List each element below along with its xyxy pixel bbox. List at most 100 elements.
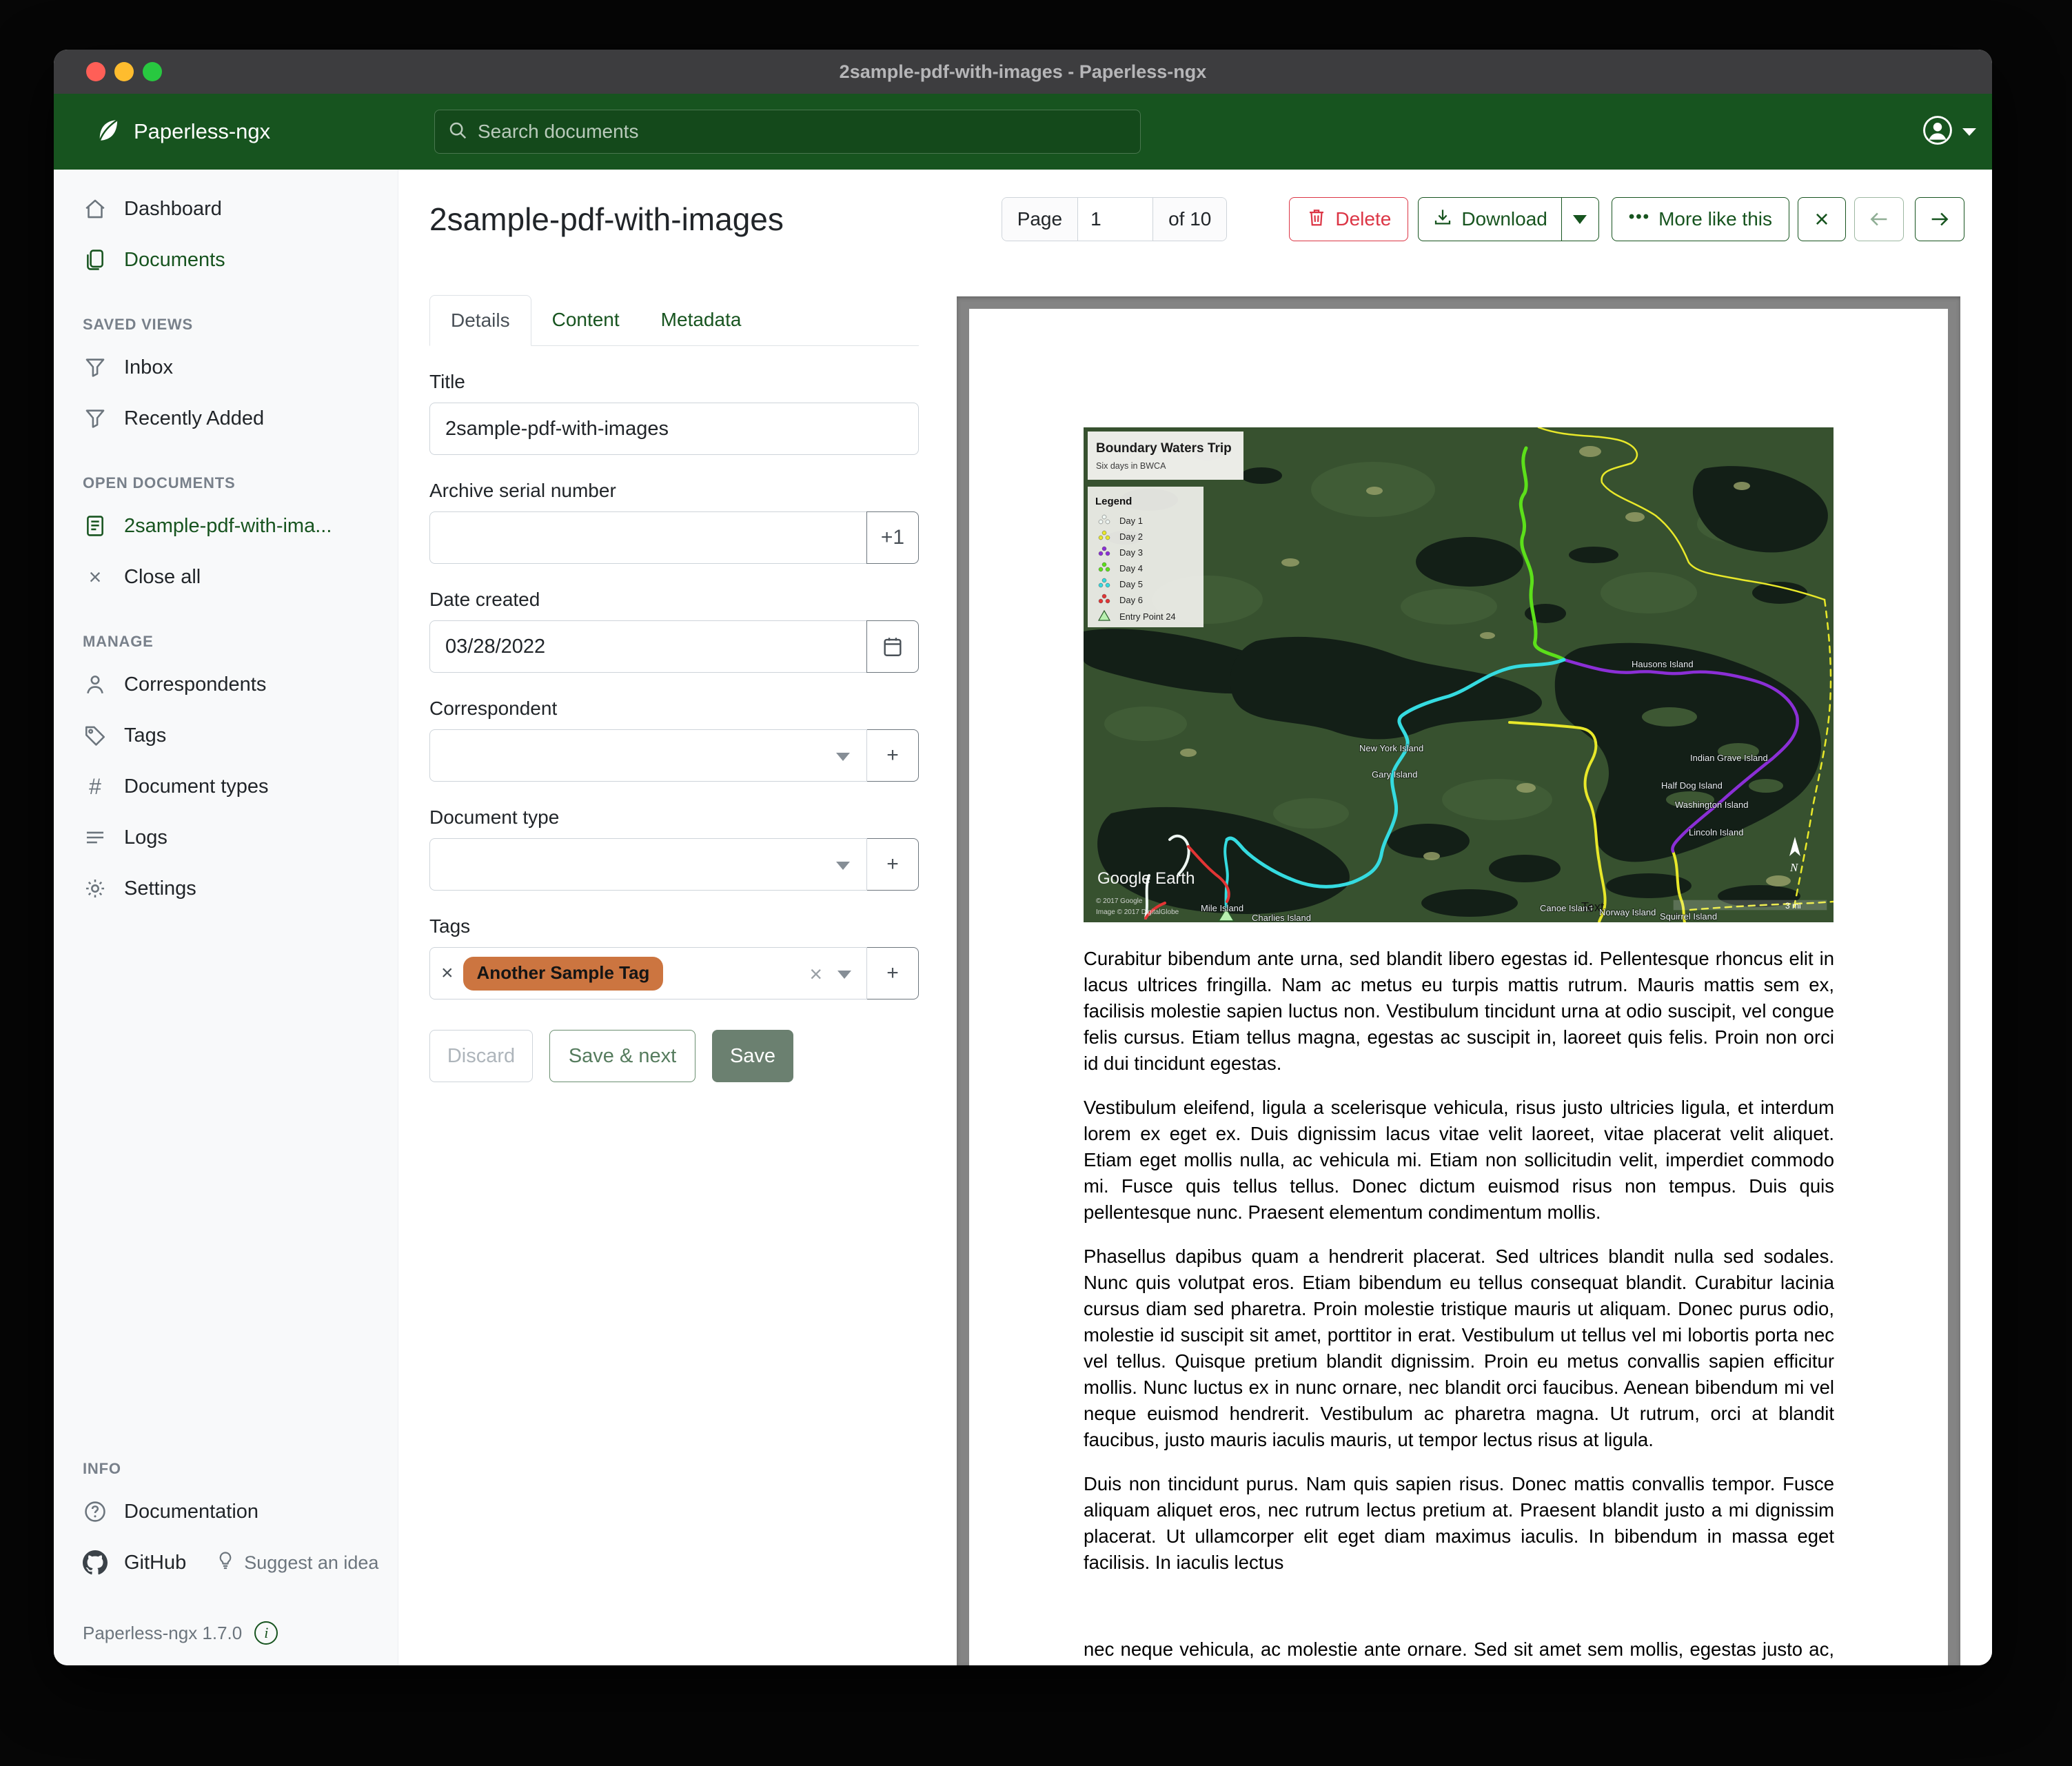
sidebar-item-document-types[interactable]: # Document types [54, 761, 398, 812]
island-label: Indian Grave Island [1690, 753, 1768, 763]
tags-select[interactable]: × Another Sample Tag × [429, 947, 867, 999]
sidebar-item-label: Inbox [124, 356, 173, 379]
date-created-label: Date created [429, 589, 919, 611]
titlebar: 2sample-pdf-with-images - Paperless-ngx [54, 50, 1992, 94]
saved-views-header: SAVED VIEWS [54, 316, 398, 334]
add-tag-button[interactable]: + [866, 947, 919, 999]
save-next-button[interactable]: Save & next [549, 1030, 695, 1082]
sidebar-item-github[interactable]: GitHub [54, 1537, 186, 1588]
sidebar-item-label: Documents [124, 249, 225, 272]
pdf-paragraph: Duis non tincidunt purus. Nam quis sapie… [1084, 1471, 1834, 1576]
sidebar-item-close-all[interactable]: × Close all [54, 551, 398, 602]
island-label: Norway Island [1599, 907, 1656, 917]
tab-details[interactable]: Details [429, 295, 531, 346]
minimize-window-button[interactable] [114, 62, 134, 81]
map-text-annotation: Text [1581, 900, 1604, 914]
page-number-input[interactable] [1077, 198, 1153, 241]
sidebar-item-label: Correspondents [124, 673, 266, 696]
tags-field-label: Tags [429, 915, 919, 937]
document-type-select[interactable] [429, 838, 867, 891]
brand[interactable]: Paperless-ngx [94, 116, 270, 148]
island-label: New York Island [1359, 743, 1423, 753]
discard-button[interactable]: Discard [429, 1030, 533, 1082]
remove-tag-icon[interactable]: × [441, 962, 454, 985]
tag-chip[interactable]: Another Sample Tag [463, 957, 664, 991]
tab-metadata[interactable]: Metadata [640, 295, 762, 345]
download-options-button[interactable] [1562, 197, 1599, 241]
sidebar-item-inbox[interactable]: Inbox [54, 342, 398, 393]
island-label: Washington Island [1675, 800, 1748, 810]
correspondent-label: Correspondent [429, 698, 919, 720]
sidebar-item-documents[interactable]: Documents [54, 234, 398, 285]
manage-header: MANAGE [54, 633, 398, 651]
suggest-idea-link[interactable]: Suggest an idea [215, 1550, 378, 1576]
pdf-paragraph: nec neque vehicula, ac molestie ante orn… [1084, 1636, 1834, 1665]
calendar-button[interactable] [866, 620, 919, 673]
pdf-viewer[interactable]: Hausons Island New York Island Gary Isla… [957, 296, 1960, 1665]
user-menu[interactable] [1922, 115, 1976, 149]
person-icon [83, 673, 108, 696]
sidebar-item-label: Logs [124, 826, 167, 849]
sidebar-item-settings[interactable]: Settings [54, 863, 398, 914]
page-navigator: Page of 10 [1002, 197, 1228, 241]
sidebar-item-documentation[interactable]: Documentation [54, 1486, 398, 1537]
scale-bar: 3 mi [1674, 900, 1827, 911]
date-created-input[interactable] [429, 620, 867, 673]
more-like-this-button[interactable]: ••• More like this [1612, 197, 1789, 241]
correspondent-select[interactable] [429, 729, 867, 782]
home-icon [83, 197, 108, 221]
sidebar-item-recently-added[interactable]: Recently Added [54, 393, 398, 444]
map-title-box: Boundary Waters Trip Six days in BWCA [1088, 432, 1243, 480]
close-window-button[interactable] [86, 62, 105, 81]
add-document-type-button[interactable]: + [866, 838, 919, 891]
asn-input[interactable] [429, 511, 867, 564]
add-correspondent-button[interactable]: + [866, 729, 919, 782]
asn-plus-one-button[interactable]: +1 [866, 511, 919, 564]
search-box [434, 110, 1141, 154]
legend-entry: Day 5 [1119, 579, 1143, 589]
leaf-logo-icon [94, 116, 123, 148]
trash-icon [1306, 207, 1327, 232]
chevron-down-icon [836, 862, 850, 870]
save-button[interactable]: Save [712, 1030, 793, 1082]
page-label: Page [1002, 198, 1077, 241]
sidebar-item-label: GitHub [124, 1552, 186, 1574]
traffic-lights [86, 62, 162, 81]
sidebar-item-dashboard[interactable]: Dashboard [54, 183, 398, 234]
next-document-button[interactable] [1915, 197, 1964, 241]
user-avatar-icon [1922, 115, 1953, 149]
github-icon [83, 1550, 108, 1575]
zoom-window-button[interactable] [143, 62, 162, 81]
search-input[interactable] [478, 121, 1128, 143]
page-count-label: of 10 [1153, 198, 1226, 241]
sidebar-item-correspondents[interactable]: Correspondents [54, 659, 398, 710]
tab-content[interactable]: Content [531, 295, 640, 345]
gear-icon [83, 877, 108, 900]
sidebar-item-logs[interactable]: Logs [54, 812, 398, 863]
close-icon: × [83, 566, 108, 588]
title-input[interactable] [429, 403, 919, 455]
island-label: Squirrel Island [1660, 911, 1717, 922]
sidebar-item-label: Settings [124, 877, 196, 900]
clear-tags-icon[interactable]: × [809, 962, 822, 987]
delete-button[interactable]: Delete [1289, 197, 1408, 241]
previous-document-button[interactable] [1854, 197, 1904, 241]
sidebar-item-open-document[interactable]: 2sample-pdf-with-ima... [54, 500, 398, 551]
lightbulb-icon [215, 1550, 236, 1576]
sidebar-item-label: Close all [124, 566, 201, 589]
open-documents-header: OPEN DOCUMENTS [54, 474, 398, 492]
island-label: Gary Island [1372, 769, 1417, 780]
search-icon [447, 120, 468, 144]
copyright-label: © 2017 Google [1096, 897, 1143, 905]
sidebar-item-tags[interactable]: Tags [54, 710, 398, 761]
island-label: Lincoln Island [1689, 827, 1744, 838]
copyright-label: Image © 2017 DigitalGlobe [1096, 909, 1179, 916]
close-icon: × [1814, 205, 1829, 234]
north-label: N [1789, 861, 1799, 874]
pdf-page: Hausons Island New York Island Gary Isla… [969, 309, 1948, 1665]
document-type-label: Document type [429, 806, 919, 829]
info-icon[interactable]: i [254, 1621, 278, 1645]
sidebar-item-label: Tags [124, 724, 166, 747]
close-document-button[interactable]: × [1798, 197, 1846, 241]
download-button[interactable]: Download [1418, 197, 1562, 241]
